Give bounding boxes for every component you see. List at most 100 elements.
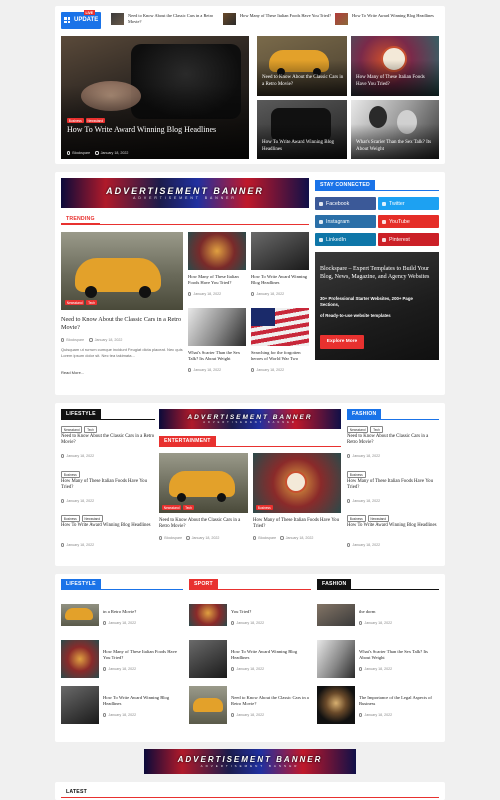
trending-item-title[interactable]: How Many of These Italian Foods Have You… bbox=[188, 274, 246, 286]
lifestyle-item-title[interactable]: Need to Know About the Classic Cars in a… bbox=[61, 434, 155, 447]
entertainment-image[interactable]: Business bbox=[253, 453, 341, 513]
pinterest-button[interactable]: Pinterest bbox=[378, 233, 439, 246]
youtube-button[interactable]: YouTube bbox=[378, 215, 439, 228]
list-thumb[interactable] bbox=[317, 640, 355, 678]
list-item-title[interactable]: The Importance of the Legal Aspects of B… bbox=[359, 695, 437, 707]
ad-banner[interactable]: ADVERTISEMENT BANNER ADVERTISEMENT BANNE… bbox=[159, 409, 341, 429]
promo-text: of Ready-to-use website templates bbox=[320, 313, 391, 318]
trending-main-image[interactable]: Newsstand Tech bbox=[61, 232, 183, 310]
explore-more-button[interactable]: Explore More bbox=[320, 335, 364, 349]
trending-main-title[interactable]: Need to Know About the Classic Cars in a… bbox=[61, 316, 183, 333]
trending-item-title[interactable]: What's Scarier Than the Sex Talk? Its Ab… bbox=[188, 350, 246, 362]
date: January 18, 2022 bbox=[66, 454, 95, 458]
tag[interactable]: Newsstand bbox=[61, 426, 83, 434]
hero-grid-item[interactable]: What's Scarier Than the Sex Talk? Its Ab… bbox=[351, 100, 439, 159]
entertainment-item-title[interactable]: Need to Know About the Classic Cars in a… bbox=[159, 518, 248, 531]
tag[interactable]: Business bbox=[61, 515, 80, 523]
author[interactable]: Blockspare bbox=[258, 536, 276, 540]
list-thumb[interactable] bbox=[61, 604, 99, 626]
fashion-item-title[interactable]: How To Write Award Winning Blog Headline… bbox=[347, 523, 439, 529]
ticker-item[interactable]: Need to Know About the Classic Cars in a… bbox=[111, 13, 221, 29]
tag[interactable]: Newsstand bbox=[367, 515, 389, 523]
column-list[interactable]: in a Retro Movie? January 18, 2022 How M… bbox=[55, 604, 445, 734]
tag[interactable]: Business bbox=[347, 471, 366, 479]
fashion-item-title[interactable]: How Many of These Italian Foods Have You… bbox=[347, 479, 439, 492]
list-thumb[interactable] bbox=[189, 686, 227, 724]
ad-banner-title: ADVERTISEMENT BANNER bbox=[187, 414, 313, 421]
author[interactable]: Blockspare bbox=[164, 536, 182, 540]
clock-icon bbox=[103, 713, 107, 717]
tag[interactable]: Tech bbox=[183, 505, 194, 511]
ad-banner-subtitle: ADVERTISEMENT BANNER bbox=[203, 421, 297, 424]
list-thumb[interactable] bbox=[61, 686, 99, 724]
lifestyle-item-title[interactable]: How To Write Award Winning Blog Headline… bbox=[61, 523, 155, 529]
live-label: LIVE bbox=[84, 10, 95, 15]
list-thumb[interactable] bbox=[61, 640, 99, 678]
tag[interactable]: Newsstand bbox=[162, 505, 182, 511]
hero-main[interactable]: Business Newsstand How To Write Award Wi… bbox=[61, 36, 249, 159]
hero-grid-item[interactable]: How Many of These Italian Foods Have You… bbox=[351, 36, 439, 96]
trending-thumb[interactable] bbox=[188, 232, 246, 270]
trending-thumb[interactable] bbox=[188, 308, 246, 346]
tag[interactable]: Business bbox=[347, 515, 366, 523]
instagram-button[interactable]: Instagram bbox=[315, 215, 376, 228]
author[interactable]: Blockspare bbox=[72, 151, 90, 155]
read-more-link[interactable]: Read More... bbox=[61, 370, 84, 375]
entertainment-item-title[interactable]: How Many of These Italian Foods Have You… bbox=[253, 518, 341, 531]
tag[interactable]: Tech bbox=[84, 426, 97, 434]
tag[interactable]: Newsstand bbox=[85, 118, 105, 124]
ad-banner-title: ADVERTISEMENT BANNER bbox=[177, 755, 323, 764]
list-item-title[interactable]: How To Write Award Winning Blog Headline… bbox=[231, 649, 309, 661]
tag[interactable]: Business bbox=[67, 118, 84, 124]
ad-banner-title: ADVERTISEMENT BANNER bbox=[106, 186, 264, 196]
clock-icon bbox=[347, 543, 351, 547]
twitter-button[interactable]: Twitter bbox=[378, 197, 439, 210]
tag[interactable]: Newsstand bbox=[81, 515, 103, 523]
trending-thumb[interactable] bbox=[251, 308, 309, 346]
ad-banner[interactable]: ADVERTISEMENT BANNER ADVERTISEMENT BANNE… bbox=[144, 749, 356, 774]
list-thumb[interactable] bbox=[317, 686, 355, 724]
clock-icon bbox=[231, 621, 235, 625]
tag[interactable]: Newsstand bbox=[347, 426, 369, 434]
promo-title: Blockspare – Expert Templates to Build Y… bbox=[320, 266, 430, 281]
clock-icon bbox=[347, 454, 351, 458]
tag[interactable]: Tech bbox=[86, 300, 97, 306]
entertainment-image[interactable]: Newsstand Tech bbox=[159, 453, 248, 513]
hero-title[interactable]: How To Write Award Winning Blog Headline… bbox=[67, 125, 237, 136]
author[interactable]: Blockspare bbox=[66, 338, 84, 342]
list-item-title[interactable]: How Many of These Italian Foods Have You… bbox=[103, 649, 181, 661]
twitter-icon bbox=[382, 201, 386, 206]
list-item-title[interactable]: What's Scarier Than the Sex Talk? Its Ab… bbox=[359, 649, 437, 661]
list-item-title[interactable]: in a Retro Movie? bbox=[103, 609, 181, 615]
tag[interactable]: Business bbox=[61, 471, 80, 479]
tag[interactable]: Tech bbox=[370, 426, 383, 434]
trending-thumb[interactable] bbox=[251, 232, 309, 270]
list-thumb[interactable] bbox=[189, 640, 227, 678]
hero-grid-title: What's Scarier Than the Sex Talk? Its Ab… bbox=[356, 140, 432, 152]
ad-banner[interactable]: ADVERTISEMENT BANNER ADVERTISEMENT BANNE… bbox=[61, 178, 309, 208]
date: January 18, 2022 bbox=[236, 667, 265, 671]
lifestyle-item-title[interactable]: How Many of These Italian Foods Have You… bbox=[61, 479, 155, 492]
hero-grid-item[interactable]: Need to Know About the Classic Cars in a… bbox=[257, 36, 347, 96]
ticker-item[interactable]: How Many of These Italian Foods Have You… bbox=[223, 13, 333, 29]
list-thumb[interactable] bbox=[189, 604, 227, 626]
hero-grid-item[interactable]: How To Write Award Winning Blog Headline… bbox=[257, 100, 347, 159]
update-badge[interactable]: LIVE UPDATE bbox=[61, 10, 101, 29]
list-item-title[interactable]: Need to Know About the Classic Cars in a… bbox=[231, 695, 309, 707]
list-thumb[interactable] bbox=[317, 604, 355, 626]
clock-icon bbox=[89, 338, 93, 342]
tag[interactable]: Newsstand bbox=[65, 300, 85, 306]
list-item-title[interactable]: the dorm bbox=[359, 609, 437, 615]
ticker-item[interactable]: How To Write Award Winning Blog Headline… bbox=[335, 13, 440, 29]
facebook-button[interactable]: Facebook bbox=[315, 197, 376, 210]
trending-item-title[interactable]: How To Write Award Winning Blog Headline… bbox=[251, 274, 309, 286]
fashion-item-title[interactable]: Need to Know About the Classic Cars in a… bbox=[347, 434, 439, 447]
section-heading-stay-connected: STAY CONNECTED bbox=[315, 180, 375, 190]
trending-item-title[interactable]: Searching for the forgotten heroes of Wo… bbox=[251, 350, 309, 362]
list-item-title[interactable]: You Tried? bbox=[231, 609, 309, 615]
grid-icon bbox=[64, 17, 70, 23]
list-item-title[interactable]: How To Write Award Winning Blog Headline… bbox=[103, 695, 181, 707]
section-heading-entertainment: ENTERTAINMENT bbox=[159, 436, 216, 446]
linkedin-button[interactable]: LinkedIn bbox=[315, 233, 376, 246]
tag[interactable]: Business bbox=[256, 505, 273, 511]
